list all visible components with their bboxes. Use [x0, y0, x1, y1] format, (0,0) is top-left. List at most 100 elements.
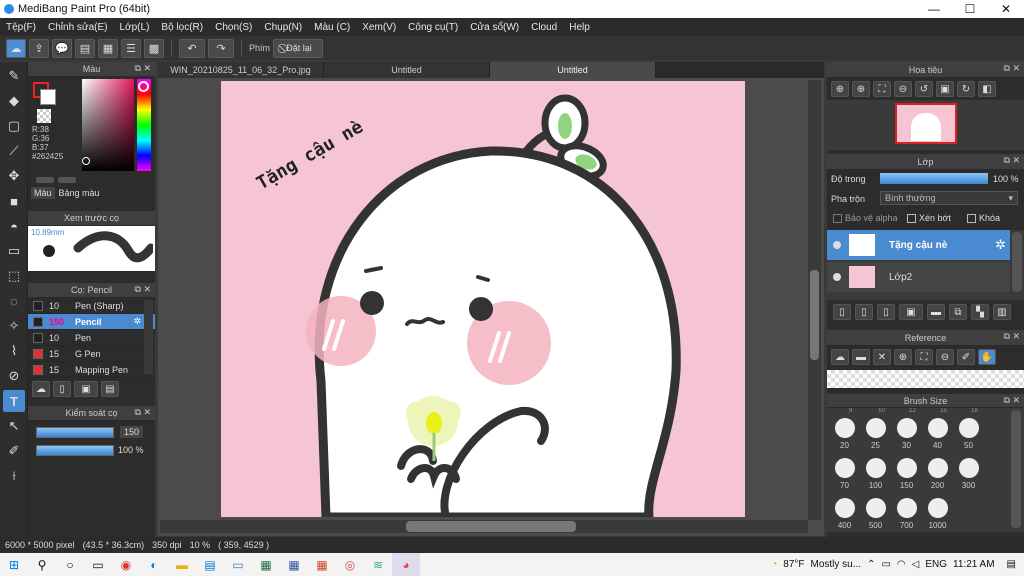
navigator-preview[interactable]: [827, 100, 1024, 150]
move-tool-icon[interactable]: ✥: [3, 165, 25, 187]
panel-controls-icon[interactable]: ⧉ ✕: [135, 407, 151, 418]
brush-size-scrollbar[interactable]: [1011, 410, 1021, 528]
reference-eyedropper-icon[interactable]: ✐: [957, 349, 975, 365]
brush-size-option[interactable]: 25: [860, 414, 891, 454]
tab-document-1[interactable]: WIN_20210825_11_06_32_Pro.jpg: [158, 62, 324, 78]
layer-list-scrollbar[interactable]: [1012, 232, 1022, 292]
dropper-icon[interactable]: ⟊: [3, 465, 25, 487]
menu-cloud[interactable]: Cloud: [525, 22, 563, 33]
actual-size-icon[interactable]: ▣: [936, 81, 954, 97]
menu-file[interactable]: Tệp(F): [0, 22, 42, 33]
brush-tool-icon[interactable]: ✎: [3, 65, 25, 87]
cloud-icon[interactable]: ☁: [6, 38, 26, 58]
reference-cloud-icon[interactable]: ☁: [831, 349, 849, 365]
rotate-right-icon[interactable]: ↻: [957, 81, 975, 97]
color-swap-icon[interactable]: [58, 177, 76, 183]
opacity-slider[interactable]: [36, 445, 114, 456]
reference-zoom-out-icon[interactable]: ⊖: [936, 349, 954, 365]
menu-edit[interactable]: Chỉnh sửa(E): [42, 22, 114, 33]
redo-icon[interactable]: ↷: [208, 38, 234, 58]
stack-app-icon[interactable]: ≋: [364, 553, 392, 576]
brush-size-option[interactable]: 20: [829, 414, 860, 454]
store-icon[interactable]: ▤: [196, 553, 224, 576]
chrome-icon[interactable]: ◎: [336, 553, 364, 576]
tab-palette[interactable]: Bảng màu: [59, 188, 100, 198]
minimize-button[interactable]: —: [916, 2, 952, 16]
menu-tools[interactable]: Công cụ(T): [402, 22, 464, 33]
menu-window[interactable]: Cửa sổ(W): [464, 22, 525, 33]
layer-opacity-slider[interactable]: [880, 173, 988, 184]
vertical-scrollbar[interactable]: [808, 80, 821, 520]
brush-size-option[interactable]: 70: [829, 454, 860, 494]
powerpoint-icon[interactable]: ▦: [308, 553, 336, 576]
menu-help[interactable]: Help: [563, 22, 596, 33]
menu-select[interactable]: Chọn(S): [209, 22, 258, 33]
select-rect-icon[interactable]: ⬚: [3, 265, 25, 287]
tab-document-3[interactable]: Untitled: [490, 62, 656, 78]
menu-color[interactable]: Màu (C): [308, 22, 356, 33]
lasso-icon[interactable]: ◌: [3, 290, 25, 312]
lock-checkbox[interactable]: [967, 213, 976, 223]
panel-controls-icon[interactable]: ⧉ ✕: [1004, 155, 1020, 166]
zoom-in-icon[interactable]: ⊕: [852, 81, 870, 97]
brush-size-option[interactable]: 500: [860, 494, 891, 532]
select-eraser-icon[interactable]: ⊘: [3, 365, 25, 387]
panel-controls-icon[interactable]: ⧉ ✕: [1004, 63, 1020, 74]
battery-icon[interactable]: ▭: [881, 559, 890, 570]
brush-add-icon[interactable]: ▣: [74, 381, 98, 397]
clipping-option[interactable]: Xén bớt: [907, 213, 951, 223]
windows-start-icon[interactable]: ⊞: [0, 553, 28, 576]
trash-icon[interactable]: ▥: [993, 304, 1011, 320]
brush-size-option[interactable]: 400: [829, 494, 860, 532]
monitor-icon[interactable]: ▭: [224, 553, 252, 576]
lock-option[interactable]: Khóa: [967, 213, 1000, 223]
undo-icon[interactable]: ↶: [179, 38, 205, 58]
color-arrow-icon[interactable]: [36, 177, 54, 183]
menu-filter[interactable]: Bộ lọc(R): [155, 22, 209, 33]
grid-icon[interactable]: ▩: [144, 38, 164, 58]
text-tool-icon[interactable]: T: [3, 390, 25, 412]
weather-temp[interactable]: 87°F: [783, 559, 804, 570]
cortana-icon[interactable]: ○: [56, 553, 84, 576]
comment-icon[interactable]: ▤: [75, 38, 95, 58]
brush-item[interactable]: 10 Pen (Sharp): [28, 298, 155, 314]
medibang-taskbar-icon[interactable]: ◕: [392, 553, 420, 576]
close-button[interactable]: ✕: [988, 2, 1024, 16]
fit-window-icon[interactable]: ⛶: [873, 81, 891, 97]
app-red-icon[interactable]: ◉: [112, 553, 140, 576]
fill-rect-tool-icon[interactable]: ■: [3, 190, 25, 212]
zoom-fit-icon[interactable]: ⊕: [831, 81, 849, 97]
clock[interactable]: 11:21 AM: [953, 559, 995, 570]
tab-color[interactable]: Màu: [31, 187, 55, 199]
dot-tool-icon[interactable]: ⟋: [3, 140, 25, 162]
eye-icon[interactable]: [833, 241, 841, 249]
speech-bubble-icon[interactable]: 💬: [52, 38, 72, 58]
gear-icon[interactable]: ✲: [995, 237, 1006, 253]
open-folder-icon[interactable]: ▬: [852, 349, 870, 365]
brush-size-option[interactable]: 1000: [922, 494, 953, 532]
folder-icon[interactable]: ▬: [927, 304, 945, 320]
brush-item-selected[interactable]: 150 Pencil ✲: [28, 314, 155, 330]
select-pen-icon[interactable]: ⌇: [3, 340, 25, 362]
menu-snap[interactable]: Chụp(N): [258, 22, 308, 33]
maximize-button[interactable]: ☐: [952, 2, 988, 16]
size-value[interactable]: 150: [120, 426, 144, 438]
flip-icon[interactable]: ◧: [978, 81, 996, 97]
vertical-scroll-thumb[interactable]: [810, 270, 819, 360]
panel-controls-icon[interactable]: ⧉ ✕: [1004, 395, 1020, 406]
weather-text[interactable]: Mostly su...: [811, 559, 862, 570]
network-icon[interactable]: ◠: [897, 559, 906, 570]
eye-icon[interactable]: [833, 273, 841, 281]
panel-controls-icon[interactable]: ⧉ ✕: [1004, 331, 1020, 342]
protect-alpha-option[interactable]: Bảo vệ alpha: [833, 213, 898, 223]
brush-cloud-icon[interactable]: ☁: [32, 381, 50, 397]
reference-preview[interactable]: [827, 370, 1024, 388]
horizontal-scrollbar[interactable]: [160, 520, 808, 533]
eyedropper-icon[interactable]: ✐: [3, 440, 25, 462]
reference-fit-icon[interactable]: ⛶: [915, 349, 933, 365]
brush-size-option[interactable]: 300: [953, 454, 984, 494]
brush-new-icon[interactable]: ▯: [53, 381, 71, 397]
size-slider[interactable]: [36, 427, 114, 438]
task-view-icon[interactable]: ▭: [84, 553, 112, 576]
zoom-out-icon[interactable]: ⊖: [894, 81, 912, 97]
